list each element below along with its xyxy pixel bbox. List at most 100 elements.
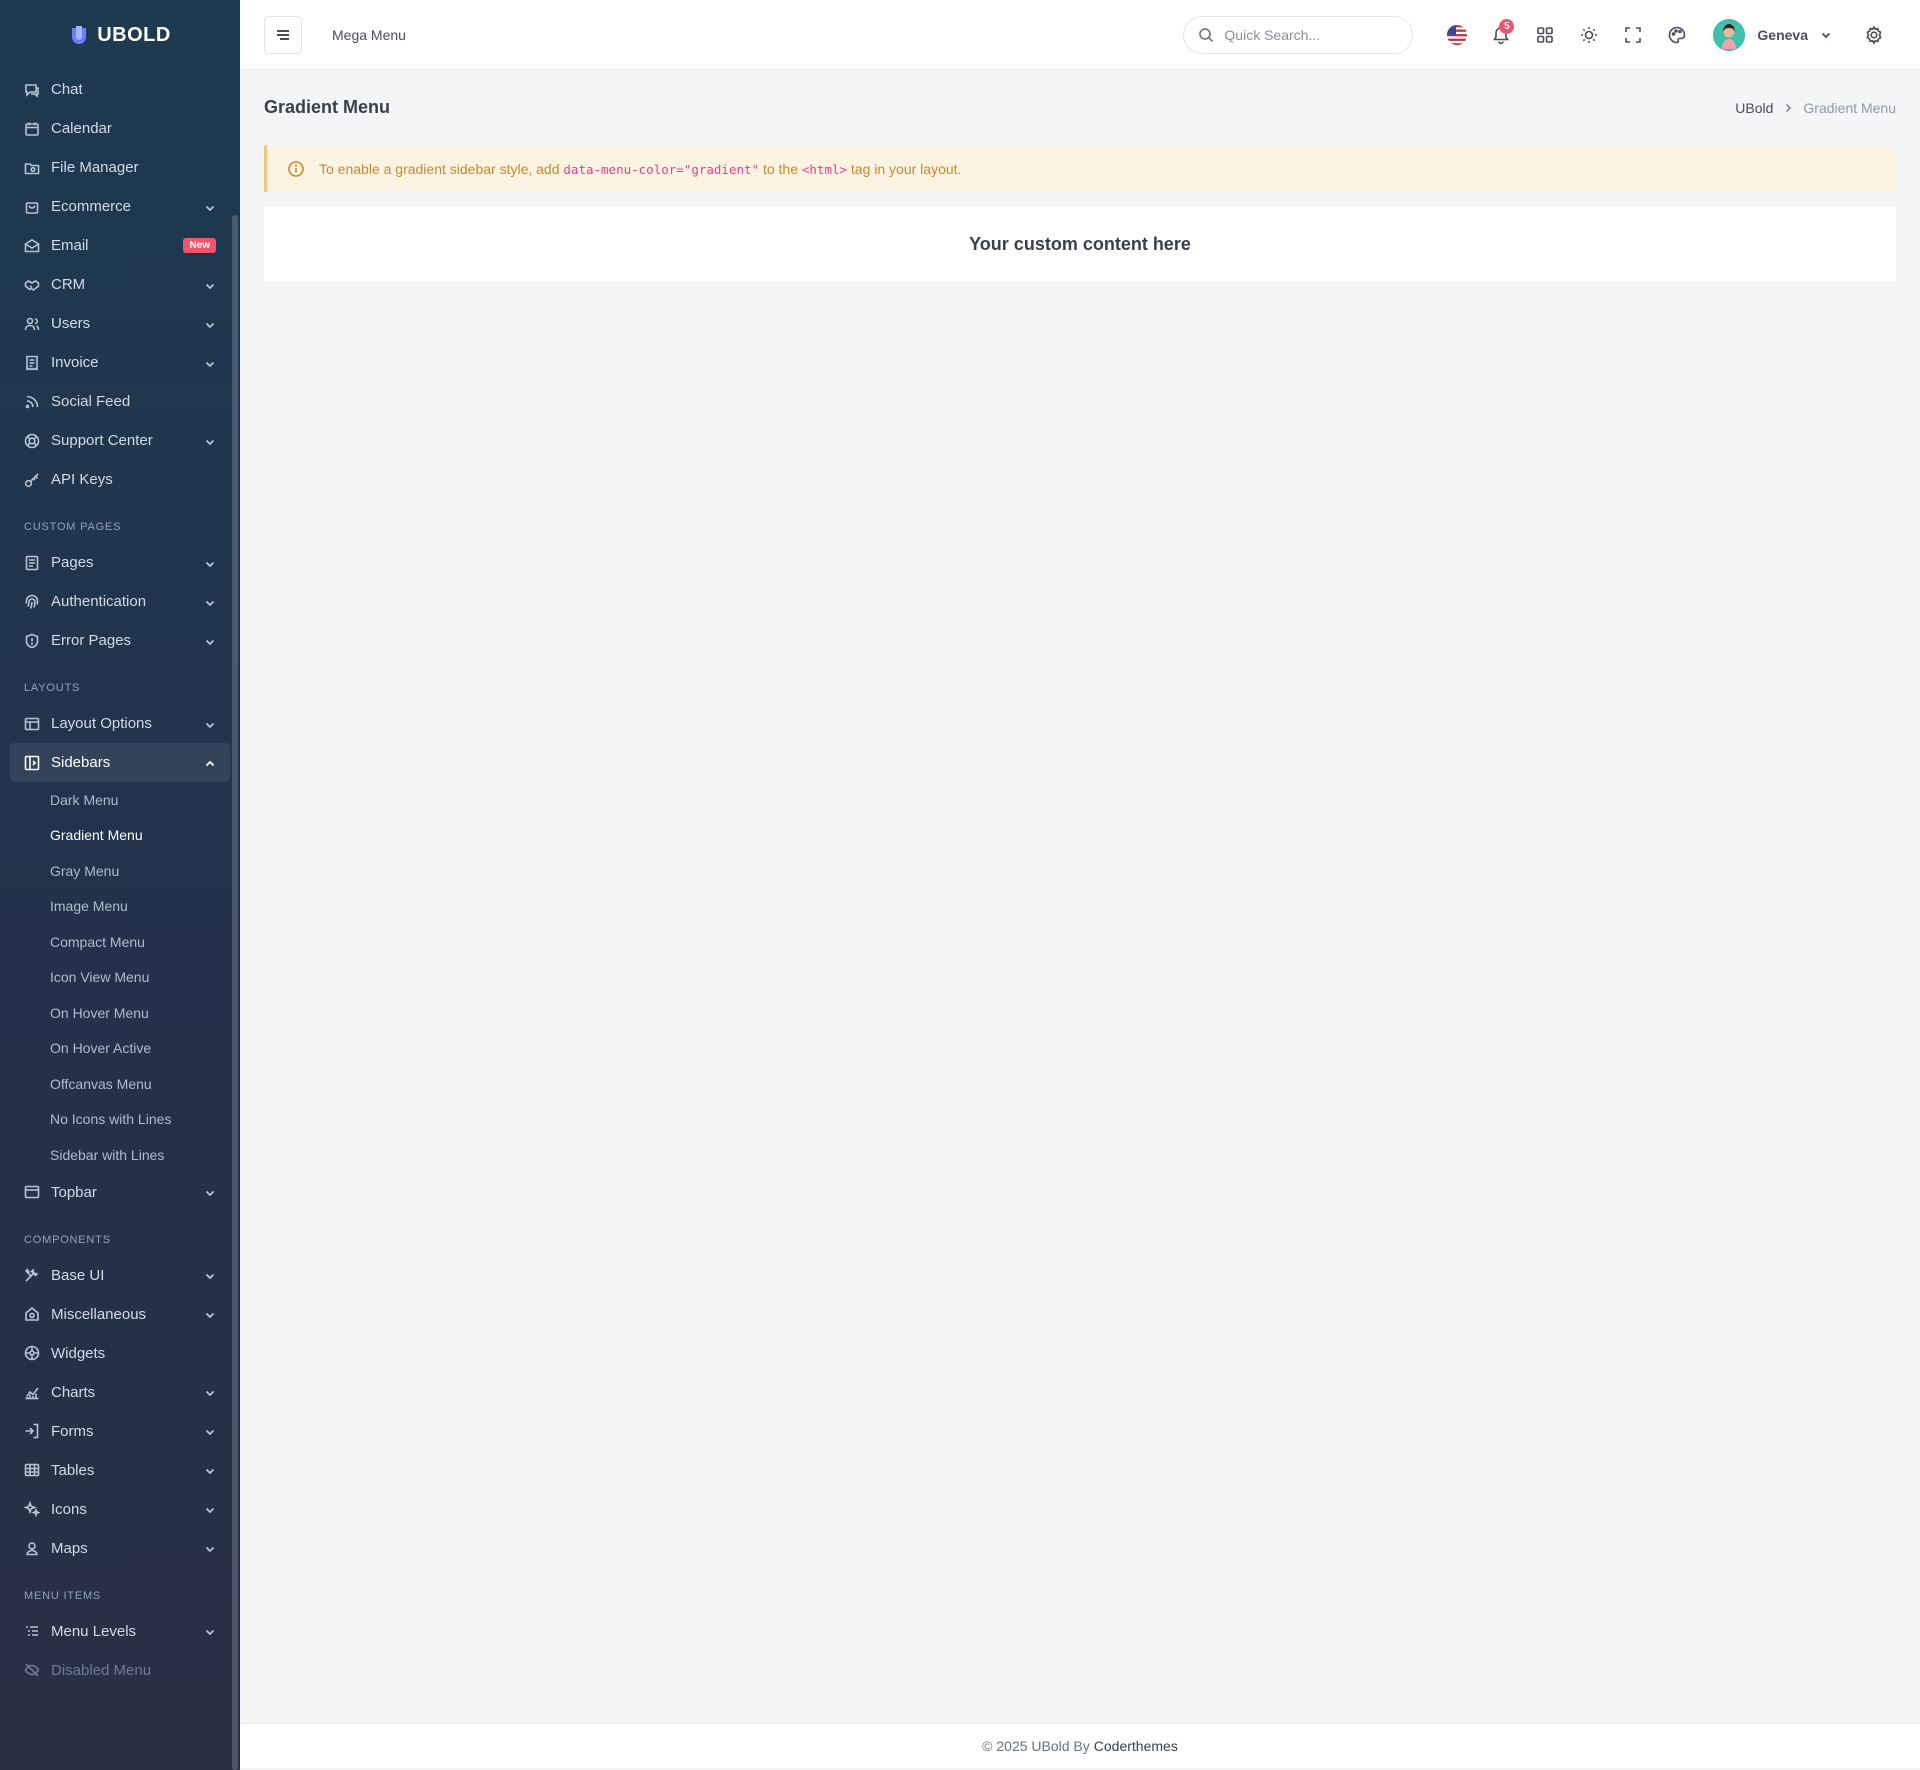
- sidebar-item-email[interactable]: Email New: [10, 226, 230, 265]
- sidebar-item-label: Menu Levels: [51, 1622, 137, 1640]
- sidebar-nav: Chat Calendar File Manager Ecommerce Email Ne…: [10, 70, 230, 1690]
- chat-icon: [24, 82, 40, 98]
- submenu-item-gray-menu[interactable]: Gray Menu: [10, 853, 230, 889]
- sidebar-item-file-manager[interactable]: File Manager: [10, 148, 230, 187]
- sidebar-item-label: File Manager: [51, 159, 139, 176]
- submenu-item-on-hover-menu[interactable]: On Hover Menu: [10, 995, 230, 1031]
- sidebar-item-disabled-menu: Disabled Menu: [10, 1651, 230, 1690]
- sidebar-item-label: Topbar: [51, 1183, 97, 1201]
- sidebar-item-calendar[interactable]: Calendar: [10, 109, 230, 148]
- logo[interactable]: UBOLD: [0, 0, 240, 70]
- search-input[interactable]: [1224, 26, 1399, 43]
- sidebar-item-pages[interactable]: Pages: [10, 543, 230, 582]
- search-box[interactable]: [1183, 15, 1414, 54]
- color-palette-button[interactable]: [1655, 13, 1699, 57]
- sidebar-item-layout-options[interactable]: Layout Options: [10, 704, 230, 743]
- form-icon: [24, 1423, 40, 1439]
- submenu-item-icon-view-menu[interactable]: Icon View Menu: [10, 960, 230, 996]
- submenu-item-sidebar-with-lines[interactable]: Sidebar with Lines: [10, 1137, 230, 1173]
- sidebar-item-menu-levels[interactable]: Menu Levels: [10, 1612, 230, 1651]
- submenu-item-no-icons-with-lines[interactable]: No Icons with Lines: [10, 1102, 230, 1138]
- mega-menu-link[interactable]: Mega Menu: [332, 27, 406, 43]
- settings-button[interactable]: [1852, 13, 1896, 57]
- submenu-item-dark-menu[interactable]: Dark Menu: [10, 782, 230, 818]
- sidebar-item-label: Charts: [51, 1383, 96, 1401]
- sidebar-item-miscellaneous[interactable]: Miscellaneous: [10, 1295, 230, 1334]
- sidebar-item-charts[interactable]: Charts: [10, 1373, 230, 1412]
- tools-icon: [24, 1267, 40, 1283]
- chevron-down-icon: [204, 1425, 216, 1437]
- topbar: Mega Menu 5: [240, 0, 1920, 70]
- sidebar-item-ecommerce[interactable]: Ecommerce: [10, 187, 230, 226]
- sidebar-item-label: Users: [51, 315, 91, 332]
- users-icon: [24, 316, 40, 332]
- chevron-up-icon: [204, 757, 216, 769]
- lifebuoy-icon: [24, 433, 40, 449]
- menu-toggle-button[interactable]: [264, 15, 302, 54]
- chevron-down-icon: [204, 318, 216, 330]
- sidebar-item-forms[interactable]: Forms: [10, 1412, 230, 1451]
- sidebar-item-base-ui[interactable]: Base UI: [10, 1256, 230, 1295]
- topbar-icon: [24, 1184, 40, 1200]
- sidebar-item-label: Calendar: [51, 120, 112, 137]
- sidebar-item-topbar[interactable]: Topbar: [10, 1173, 230, 1212]
- eye-off-icon: [24, 1662, 40, 1678]
- sidebar-item-chat[interactable]: Chat: [10, 70, 230, 109]
- footer-brand-link[interactable]: Coderthemes: [1094, 1738, 1178, 1754]
- calendar-icon: [24, 121, 40, 137]
- language-button[interactable]: [1435, 13, 1479, 57]
- fullscreen-button[interactable]: [1611, 13, 1655, 57]
- sidebar-item-tables[interactable]: Tables: [10, 1451, 230, 1490]
- main-content: Gradient Menu UBold Gradient Menu To ena…: [264, 70, 1896, 281]
- sidebar-item-label: Sidebars: [51, 754, 111, 771]
- user-menu[interactable]: Geneva: [1713, 18, 1832, 51]
- sidebar-item-crm[interactable]: CRM: [10, 265, 230, 304]
- sidebar-item-widgets[interactable]: Widgets: [10, 1334, 230, 1373]
- rss-icon: [24, 394, 40, 410]
- sidebar-item-support-center[interactable]: Support Center: [10, 421, 230, 460]
- chevron-down-icon: [204, 1269, 216, 1281]
- widgets-icon: [24, 1345, 40, 1361]
- sidebar-item-icons[interactable]: Icons: [10, 1490, 230, 1529]
- table-icon: [24, 1462, 40, 1478]
- sidebar-item-label: Invoice: [51, 354, 99, 371]
- breadcrumb-item-ubold[interactable]: UBold: [1735, 100, 1773, 116]
- sidebar-item-sidebars[interactable]: Sidebars: [10, 743, 230, 782]
- sidebar-item-error-pages[interactable]: Error Pages: [10, 621, 230, 660]
- sidebar: UBOLD Chat Calendar File Manager Ecommerce E…: [0, 0, 240, 1770]
- topbar-actions: 5 Geneva: [1183, 13, 1896, 57]
- submenu-item-offcanvas-menu[interactable]: Offcanvas Menu: [10, 1066, 230, 1102]
- alert-middle: to the: [762, 160, 798, 177]
- sidebar-scrollbar[interactable]: [232, 215, 238, 1770]
- section-menu-items: Menu Items: [24, 1589, 102, 1602]
- apps-grid-icon: [1537, 26, 1554, 43]
- submenu-item-on-hover-active[interactable]: On Hover Active: [10, 1031, 230, 1067]
- sidebar-item-users[interactable]: Users: [10, 304, 230, 343]
- chevron-down-icon: [204, 435, 216, 447]
- sidebar-item-invoice[interactable]: Invoice: [10, 343, 230, 382]
- submenu-item-gradient-menu[interactable]: Gradient Menu: [10, 818, 230, 854]
- apps-button[interactable]: [1523, 13, 1567, 57]
- layout-icon: [24, 716, 40, 732]
- submenu-item-compact-menu[interactable]: Compact Menu: [10, 924, 230, 960]
- user-name: Geneva: [1757, 26, 1808, 43]
- sidebar-item-authentication[interactable]: Authentication: [10, 582, 230, 621]
- sidebar-item-label: Icons: [51, 1500, 87, 1518]
- sidebar-item-label: Miscellaneous: [51, 1305, 147, 1323]
- shield-icon: [24, 633, 40, 649]
- submenu-item-image-menu[interactable]: Image Menu: [10, 889, 230, 925]
- chevron-down-icon: [1821, 32, 1831, 38]
- invoice-icon: [24, 355, 40, 371]
- sidebar-item-label: Base UI: [51, 1266, 105, 1284]
- theme-toggle-button[interactable]: [1567, 13, 1611, 57]
- sidebar-item-maps[interactable]: Maps: [10, 1529, 230, 1568]
- section-custom-pages: Custom Pages: [24, 521, 122, 533]
- mail-icon: [24, 238, 40, 254]
- sidebar-item-label: Support Center: [51, 432, 153, 449]
- chevron-down-icon: [204, 201, 216, 213]
- sidebar-item-api-keys[interactable]: API Keys: [10, 460, 230, 499]
- avatar: [1713, 18, 1746, 51]
- sidebar-item-social-feed[interactable]: Social Feed: [10, 382, 230, 421]
- notifications-button[interactable]: 5: [1479, 13, 1523, 57]
- page-icon: [24, 555, 40, 571]
